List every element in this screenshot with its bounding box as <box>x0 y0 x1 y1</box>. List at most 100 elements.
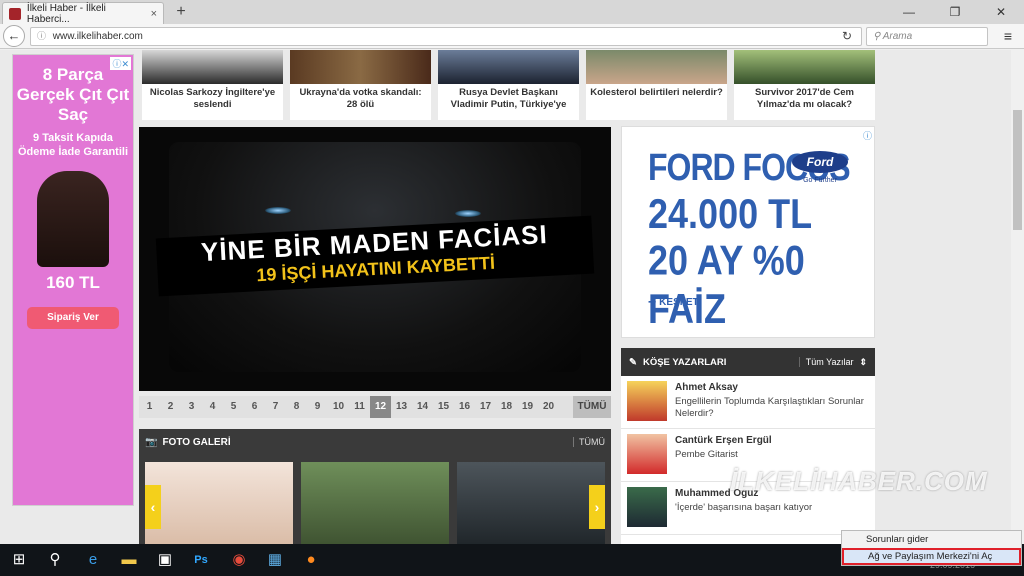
columnist-avatar <box>627 381 667 421</box>
slider-page-20[interactable]: 20 <box>538 396 559 418</box>
news-card[interactable]: Rusya Devlet Başkanı Vladimir Putin, Tür… <box>438 50 579 120</box>
photos-app-icon[interactable]: ▦ <box>262 548 288 572</box>
columnist-name: Ahmet Aksay <box>675 382 738 393</box>
news-card[interactable]: Nicolas Sarkozy İngiltere'ye seslendi <box>142 50 283 120</box>
gallery-photo[interactable] <box>457 462 605 544</box>
open-network-center-menu-item[interactable]: Ağ ve Paylaşım Merkezi'ni Aç <box>842 548 1021 565</box>
slider-page-19[interactable]: 19 <box>517 396 538 418</box>
back-button[interactable]: ← <box>3 25 25 47</box>
new-tab-button[interactable]: + <box>170 2 192 22</box>
news-caption: Survivor 2017'de Cem Yılmaz'da mı olacak… <box>755 87 854 110</box>
slider-page-3[interactable]: 3 <box>181 396 202 418</box>
updown-arrow-icon[interactable]: ⇕ <box>859 357 867 368</box>
slider-page-14[interactable]: 14 <box>412 396 433 418</box>
news-caption: Rusya Devlet Başkanı Vladimir Putin, Tür… <box>450 87 567 110</box>
slider-page-6[interactable]: 6 <box>244 396 265 418</box>
navigation-bar: ← ⓘ www.ilkelihaber.com ↻ ⚲ Arama ≡ <box>0 24 1024 49</box>
browser-tab[interactable]: İlkeli Haber - İlkeli Haberci... × <box>2 2 164 25</box>
gallery-next-button[interactable]: › <box>589 485 605 529</box>
file-explorer-icon[interactable]: ▬ <box>116 548 142 572</box>
site-watermark: İLKELİHABER.COM <box>730 466 988 496</box>
tab-title: İlkeli Haber - İlkeli Haberci... <box>26 2 106 25</box>
site-favicon-icon <box>9 7 21 20</box>
firefox-icon[interactable]: ● <box>298 548 324 572</box>
arrow-circle-icon: ➜ <box>648 297 660 308</box>
slider-page-11[interactable]: 11 <box>349 396 370 418</box>
gallery-photo[interactable] <box>145 462 293 544</box>
address-bar[interactable]: ⓘ www.ilkelihaber.com <box>30 27 862 46</box>
discover-label: KEŞFET <box>659 297 699 308</box>
news-card[interactable]: Survivor 2017'de Cem Yılmaz'da mı olacak… <box>734 50 875 120</box>
slider-page-4[interactable]: 4 <box>202 396 223 418</box>
news-card[interactable]: Kolesterol belirtileri nelerdir? <box>586 50 727 120</box>
edge-browser-icon[interactable]: e <box>80 548 106 572</box>
ad-headline: 8 Parça Gerçek Çıt Çıt Saç <box>16 65 130 124</box>
slider-page-17[interactable]: 17 <box>475 396 496 418</box>
eye-graphic <box>455 210 481 217</box>
photoshop-icon[interactable]: Ps <box>188 548 214 572</box>
slider-page-10[interactable]: 10 <box>328 396 349 418</box>
headline-slider[interactable]: YİNE BİR MADEN FACİASI 19 İŞÇİ HAYATINI … <box>139 127 611 391</box>
info-icon[interactable]: ⓘ <box>37 31 46 41</box>
news-thumbnail <box>142 50 283 84</box>
order-button[interactable]: Sipariş Ver <box>27 307 119 329</box>
all-news-link[interactable]: TÜMÜ <box>573 396 611 418</box>
chrome-icon[interactable]: ◉ <box>226 548 252 572</box>
ford-slogan: Go Further <box>803 177 837 184</box>
pen-icon: ✎ <box>629 356 637 368</box>
search-placeholder: Arama <box>882 31 913 42</box>
news-thumbnail <box>586 50 727 84</box>
tab-bar: İlkeli Haber - İlkeli Haberci... × + — ❐… <box>0 0 1024 25</box>
slider-page-16[interactable]: 16 <box>454 396 475 418</box>
minimize-button[interactable]: — <box>886 0 932 24</box>
gallery-header: 📷 FOTO GALERİ TÜMÜ <box>139 429 611 455</box>
ad-offer: 20 AY %0 FAİZ <box>648 236 805 333</box>
columnists-filter[interactable]: Tüm Yazılar <box>798 357 853 367</box>
slider-page-15[interactable]: 15 <box>433 396 454 418</box>
columnist-article: Pembe Gitarist <box>675 449 738 460</box>
windows-start-icon[interactable]: ⊞ <box>6 548 32 572</box>
store-icon[interactable]: ▣ <box>152 548 178 572</box>
close-window-button[interactable]: ✕ <box>978 0 1024 24</box>
search-icon[interactable]: ⚲ <box>42 548 68 572</box>
slider-page-1[interactable]: 1 <box>139 396 160 418</box>
hamburger-menu-icon[interactable]: ≡ <box>998 27 1018 45</box>
slider-pagination: 1 2 3 4 5 6 7 8 9 10 11 12 13 14 15 16 17 18 19 20 TÜMÜ <box>139 396 611 418</box>
news-card[interactable]: Ukrayna'da votka skandalı: 28 ölü <box>290 50 431 120</box>
web-page: ⓘ✕ 8 Parça Gerçek Çıt Çıt Saç 9 Taksit K… <box>0 50 1011 544</box>
maximize-button[interactable]: ❐ <box>932 0 978 24</box>
slider-page-18[interactable]: 18 <box>496 396 517 418</box>
slider-page-5[interactable]: 5 <box>223 396 244 418</box>
slider-page-8[interactable]: 8 <box>286 396 307 418</box>
columnists-panel: ✎ KÖŞE YAZARLARI Tüm Yazılar ⇕ Ahmet Aks… <box>621 348 875 544</box>
left-banner-ad[interactable]: ⓘ✕ 8 Parça Gerçek Çıt Çıt Saç 9 Taksit K… <box>12 54 134 506</box>
ad-price: 160 TL <box>46 273 100 292</box>
discover-link[interactable]: ➜ KEŞFET <box>648 297 699 308</box>
page-scrollbar[interactable] <box>1011 50 1024 544</box>
tab-close-icon[interactable]: × <box>151 8 157 20</box>
ford-logo: Ford <box>792 151 848 173</box>
gallery-prev-button[interactable]: ‹ <box>145 485 161 529</box>
slider-page-7[interactable]: 7 <box>265 396 286 418</box>
columnist-article: 'İçerde' başarısına başarı katıyor <box>675 502 813 513</box>
columnist-item[interactable]: Ahmet Aksay Engellilerin Toplumda Karşıl… <box>621 376 875 429</box>
photo-gallery: 📷 FOTO GALERİ TÜMÜ ‹ › <box>139 429 611 544</box>
ford-banner-ad[interactable]: ⓘ FORD FOCUS Ford Go Further 24.000 TL 2… <box>621 126 875 338</box>
slider-page-12[interactable]: 12 <box>370 396 391 418</box>
slider-page-9[interactable]: 9 <box>307 396 328 418</box>
reload-button[interactable]: ↻ <box>838 28 856 44</box>
columnist-name: Cantürk Erşen Ergül <box>675 435 772 446</box>
scrollbar-thumb[interactable] <box>1013 110 1022 230</box>
adchoices-icon[interactable]: ⓘ <box>863 129 872 142</box>
hair-product-image <box>37 171 109 267</box>
slider-page-2[interactable]: 2 <box>160 396 181 418</box>
troubleshoot-menu-item[interactable]: Sorunları gider <box>842 531 1021 548</box>
slider-page-13[interactable]: 13 <box>391 396 412 418</box>
columnists-header: ✎ KÖŞE YAZARLARI Tüm Yazılar ⇕ <box>621 348 875 376</box>
news-thumbnail <box>438 50 579 84</box>
adchoices-icon[interactable]: ⓘ✕ <box>110 57 131 70</box>
search-input[interactable]: ⚲ Arama <box>866 27 988 46</box>
gallery-photo[interactable] <box>301 462 449 544</box>
gallery-title: FOTO GALERİ <box>162 436 231 448</box>
gallery-all-link[interactable]: TÜMÜ <box>573 437 605 447</box>
